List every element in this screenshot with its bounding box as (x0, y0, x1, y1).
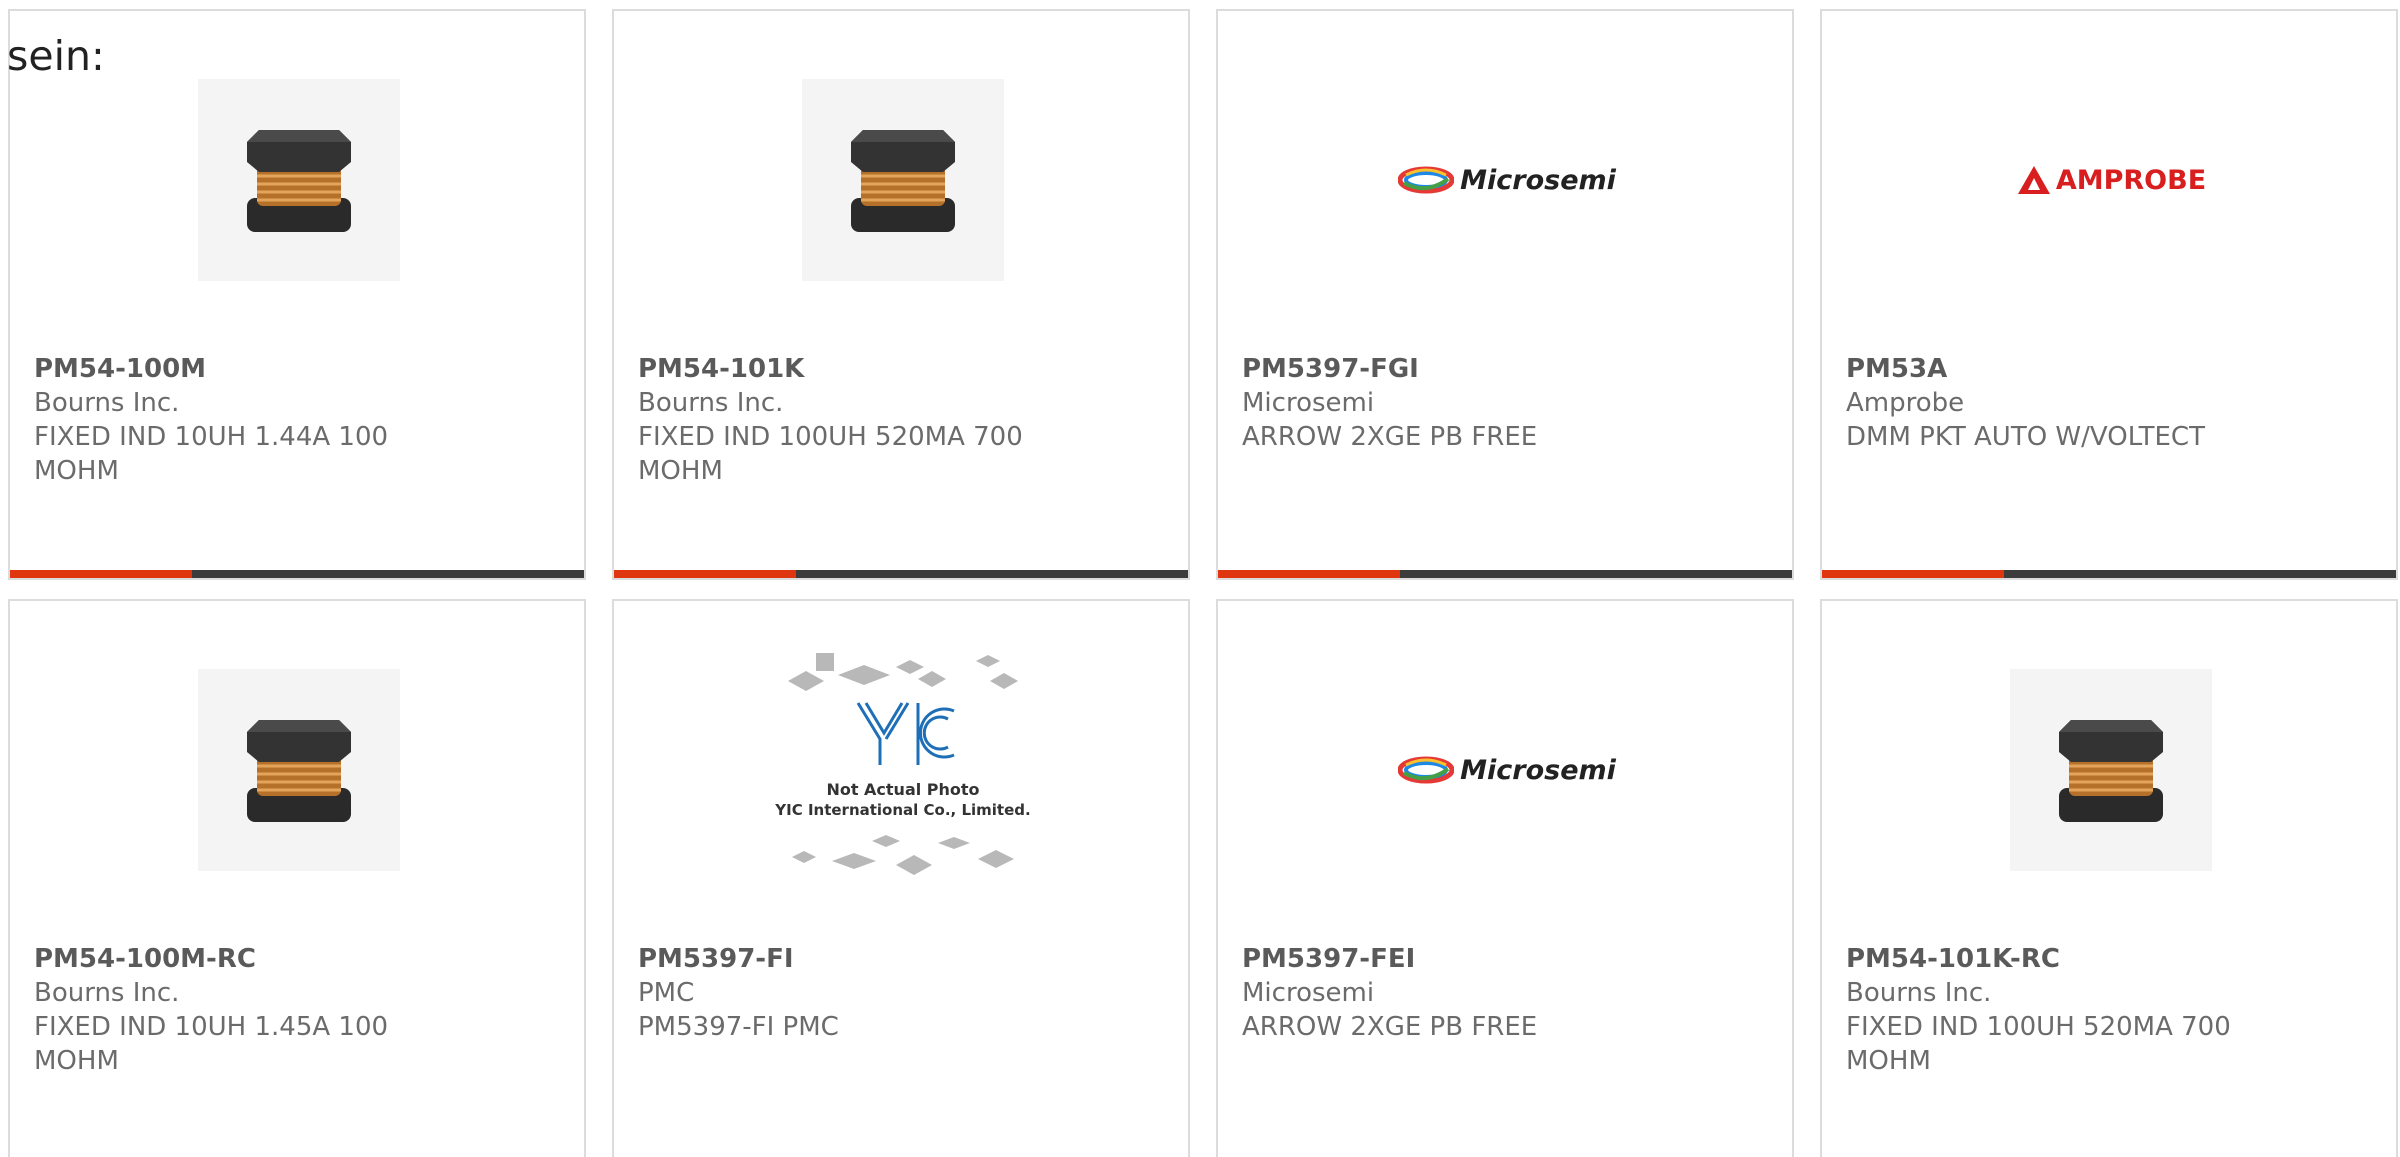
product-card[interactable]: Not Actual Photo YIC International Co., … (612, 599, 1190, 1157)
description: ARROW 2XGE PB FREE (1242, 422, 1538, 452)
product-card[interactable]: Microsemi PM5397-FGI Microsemi ARROW 2XG… (1216, 9, 1794, 580)
manufacturer: Microsemi (1242, 978, 1375, 1008)
product-image[interactable]: AMPROBE (2010, 79, 2212, 281)
part-number[interactable]: PM5397-FGI (1242, 352, 1642, 386)
card-bottom-bar (10, 570, 584, 578)
manufacturer: Microsemi (1242, 388, 1375, 418)
microsemi-logo-text: Microsemi (1460, 164, 1616, 196)
photo-note-2: YIC International Co., Limited. (774, 801, 1030, 819)
description: FIXED IND 100UH 520MA 700 MOHM (1846, 1012, 2231, 1076)
part-number[interactable]: PM5397-FEI (1242, 942, 1642, 976)
microsemi-swirl-icon (1398, 166, 1455, 194)
product-card[interactable]: PM54-100M Bourns Inc. FIXED IND 10UH 1.4… (8, 9, 586, 580)
manufacturer: PMC (638, 978, 695, 1008)
product-card[interactable]: PM54-100M-RC Bourns Inc. FIXED IND 10UH … (8, 599, 586, 1157)
manufacturer: Amprobe (1846, 388, 1965, 418)
description: FIXED IND 100UH 520MA 700 MOHM (638, 422, 1023, 486)
product-info: PM54-101K-RC Bourns Inc. FIXED IND 100UH… (1846, 942, 2246, 1078)
part-number[interactable]: PM54-101K (638, 352, 1038, 386)
description: FIXED IND 10UH 1.44A 100 MOHM (34, 422, 389, 486)
description: FIXED IND 10UH 1.45A 100 MOHM (34, 1012, 389, 1076)
product-card[interactable]: AMPROBE PM53A Amprobe DMM PKT AUTO W/VOL… (1820, 9, 2398, 580)
product-image[interactable]: Not Actual Photo YIC International Co., … (774, 653, 1031, 875)
inductor-image (802, 79, 1004, 281)
part-number[interactable]: PM53A (1846, 352, 2246, 386)
amprobe-triangle-icon (2017, 166, 2050, 194)
card-accent-bar (1218, 570, 1400, 578)
product-info: PM54-101K Bourns Inc. FIXED IND 100UH 52… (638, 352, 1038, 488)
product-info: PM5397-FGI Microsemi ARROW 2XGE PB FREE (1242, 352, 1642, 454)
yic-placeholder-image: Not Actual Photo YIC International Co., … (768, 645, 1038, 895)
product-card[interactable]: PM54-101K Bourns Inc. FIXED IND 100UH 52… (612, 9, 1190, 580)
microsemi-logo: Microsemi (1398, 165, 1616, 196)
microsemi-swirl-icon (1398, 756, 1455, 784)
manufacturer: Bourns Inc. (34, 388, 180, 418)
card-bottom-bar (1218, 570, 1792, 578)
photo-note-1: Not Actual Photo (826, 780, 979, 799)
product-image[interactable] (2010, 669, 2212, 871)
amprobe-logo: AMPROBE (2016, 164, 2206, 196)
product-info: PM5397-FEI Microsemi ARROW 2XGE PB FREE (1242, 942, 1642, 1044)
part-number[interactable]: PM54-100M (34, 352, 434, 386)
product-image[interactable]: Microsemi (1398, 79, 1616, 281)
manufacturer: Bourns Inc. (1846, 978, 1992, 1008)
microsemi-logo: Microsemi (1398, 755, 1616, 786)
microsemi-logo-text: Microsemi (1460, 754, 1616, 786)
product-info: PM54-100M-RC Bourns Inc. FIXED IND 10UH … (34, 942, 434, 1078)
inductor-image (198, 669, 400, 871)
description: DMM PKT AUTO W/VOLTECT (1846, 422, 2205, 452)
part-number[interactable]: PM54-100M-RC (34, 942, 434, 976)
card-accent-bar (1822, 570, 2004, 578)
product-card[interactable]: Microsemi PM5397-FEI Microsemi ARROW 2XG… (1216, 599, 1794, 1157)
card-bottom-bar (614, 570, 1188, 578)
product-info: PM53A Amprobe DMM PKT AUTO W/VOLTECT (1846, 352, 2246, 454)
manufacturer: Bourns Inc. (638, 388, 784, 418)
product-image[interactable]: Microsemi (1398, 669, 1616, 871)
card-accent-bar (614, 570, 796, 578)
product-card[interactable]: PM54-101K-RC Bourns Inc. FIXED IND 100UH… (1820, 599, 2398, 1157)
amprobe-logo-text: AMPROBE (2055, 164, 2207, 196)
part-number[interactable]: PM5397-FI (638, 942, 1038, 976)
intro-text: sein: (7, 32, 105, 80)
product-grid: PM54-100M Bourns Inc. FIXED IND 10UH 1.4… (8, 9, 2398, 1157)
part-number[interactable]: PM54-101K-RC (1846, 942, 2246, 976)
product-image[interactable] (198, 79, 400, 281)
product-info: PM54-100M Bourns Inc. FIXED IND 10UH 1.4… (34, 352, 434, 488)
manufacturer: Bourns Inc. (34, 978, 180, 1008)
product-image[interactable] (802, 79, 1004, 281)
product-image[interactable] (198, 669, 400, 871)
card-accent-bar (10, 570, 192, 578)
card-bottom-bar (1822, 570, 2396, 578)
product-info: PM5397-FI PMC PM5397-FI PMC (638, 942, 1038, 1044)
product-page: sein: PM54-100M Bourns Inc. FIXED IND 10… (0, 0, 2400, 1157)
inductor-image (2010, 669, 2212, 871)
description: PM5397-FI PMC (638, 1012, 839, 1042)
description: ARROW 2XGE PB FREE (1242, 1012, 1538, 1042)
inductor-image (198, 79, 400, 281)
